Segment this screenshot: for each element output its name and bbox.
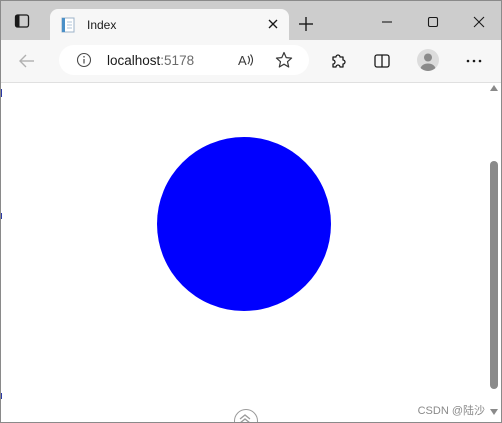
tab-title: Index — [87, 18, 117, 32]
maximize-icon — [427, 16, 439, 28]
more-button[interactable] — [464, 51, 484, 71]
plus-icon — [299, 17, 313, 31]
back-arrow-icon — [19, 54, 34, 68]
url-port: :5178 — [160, 53, 195, 68]
left-edge-mark — [1, 393, 2, 399]
extensions-button[interactable] — [328, 51, 348, 71]
back-button[interactable] — [17, 51, 37, 71]
browser-toolbar: localhost:5178 A — [1, 40, 501, 83]
watermark-text: CSDN @陆沙 — [417, 405, 485, 417]
extensions-puzzle-icon — [332, 54, 346, 68]
minimize-button[interactable] — [377, 12, 397, 32]
autoscroll-handle-icon[interactable] — [234, 409, 258, 422]
tab-close-icon[interactable] — [266, 17, 280, 31]
page-favicon-icon — [61, 17, 77, 33]
new-tab-button[interactable] — [296, 14, 316, 34]
svg-text:A: A — [238, 53, 247, 68]
info-icon[interactable] — [76, 52, 92, 68]
left-edge-mark — [1, 213, 2, 219]
split-screen-icon — [374, 54, 390, 68]
more-dots-icon — [466, 59, 482, 63]
tab-actions-icon[interactable] — [13, 12, 31, 30]
tab-index[interactable]: Index — [50, 9, 289, 40]
star-icon[interactable] — [275, 51, 293, 69]
title-bar: Index — [1, 1, 501, 40]
close-icon — [473, 16, 485, 28]
profile-avatar-icon[interactable] — [417, 49, 439, 71]
scrollbar-thumb[interactable] — [490, 161, 498, 389]
minimize-icon — [382, 21, 392, 23]
page-viewport: CSDN @陆沙 — [1, 83, 501, 422]
read-aloud-icon[interactable]: A — [237, 51, 255, 69]
split-screen-button[interactable] — [372, 51, 392, 71]
close-window-button[interactable] — [469, 12, 489, 32]
blue-circle — [157, 137, 331, 311]
scroll-up-arrow-icon[interactable] — [490, 85, 498, 91]
address-bar[interactable]: localhost:5178 A — [59, 45, 309, 75]
url-text[interactable]: localhost:5178 — [107, 53, 194, 68]
maximize-button[interactable] — [423, 12, 443, 32]
scroll-down-arrow-icon[interactable] — [490, 409, 498, 415]
left-edge-mark — [1, 89, 2, 97]
url-host: localhost — [107, 53, 161, 68]
vertical-scrollbar[interactable] — [487, 83, 501, 422]
browser-window: Index localhost:5178 A CSDN @陆沙 — [0, 0, 502, 423]
